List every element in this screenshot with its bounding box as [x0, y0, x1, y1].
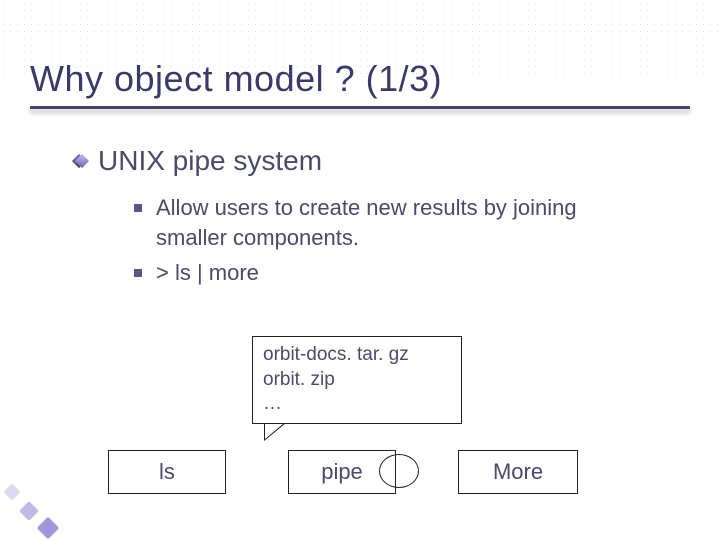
square-bullet-icon [134, 204, 142, 212]
callout-line: orbit. zip [263, 368, 451, 393]
callout-box: orbit-docs. tar. gz orbit. zip … [252, 336, 462, 424]
bullet-level2-list: Allow users to create new results by joi… [134, 193, 650, 288]
node-more: More [458, 450, 578, 494]
corner-decoration [0, 480, 60, 540]
callout-line: orbit-docs. tar. gz [263, 343, 451, 368]
node-ls: ls [108, 450, 226, 494]
title-underline [30, 106, 690, 109]
list-item: > ls | more [134, 258, 650, 288]
diamond-bullet-icon [74, 154, 88, 168]
level1-text: UNIX pipe system [98, 145, 322, 177]
flow-boxes-row: ls pipe More [108, 450, 578, 494]
square-bullet-icon [134, 269, 142, 277]
list-item: Allow users to create new results by joi… [134, 193, 650, 252]
speech-callout: orbit-docs. tar. gz orbit. zip … [252, 336, 462, 424]
corner-diamond-icon [4, 484, 21, 501]
node-pipe: pipe [288, 450, 396, 494]
bullet-level1: UNIX pipe system [74, 145, 690, 177]
node-pipe-label: pipe [321, 459, 363, 484]
corner-diamond-icon [19, 501, 39, 521]
corner-diamond-icon [37, 517, 60, 540]
slide-content: Why object model ? (1/3) UNIX pipe syste… [0, 0, 720, 288]
callout-tail-icon [264, 423, 286, 441]
level2-text: Allow users to create new results by joi… [156, 193, 650, 252]
level2-text: > ls | more [156, 258, 259, 288]
callout-line: … [263, 392, 451, 417]
ellipse-icon [379, 454, 419, 488]
slide-title: Why object model ? (1/3) [30, 58, 690, 100]
